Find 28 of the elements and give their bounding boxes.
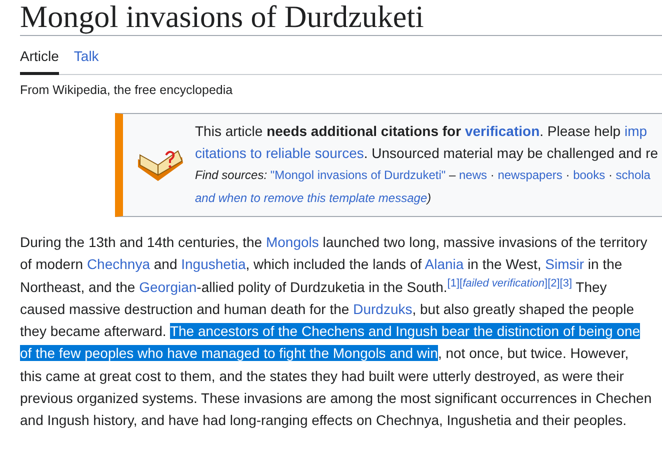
link[interactable]: Georgian: [139, 278, 197, 295]
citation-link[interactable]: [failed verification]: [460, 276, 548, 289]
link[interactable]: imp: [624, 123, 648, 139]
link[interactable]: and when to remove this template message: [195, 191, 428, 205]
link[interactable]: Chechnya: [86, 256, 150, 272]
link[interactable]: citations to reliable sources: [195, 145, 364, 161]
citation-link[interactable]: [2]: [548, 276, 560, 289]
link[interactable]: newspapers: [498, 168, 562, 182]
link[interactable]: verification: [464, 123, 540, 139]
link[interactable]: Alania: [424, 256, 464, 272]
tab[interactable]: Talk: [74, 46, 99, 75]
link[interactable]: books: [573, 168, 606, 182]
link[interactable]: "Mongol invasions of Durdzuketi": [270, 168, 446, 182]
citation-link[interactable]: [1]: [447, 276, 460, 289]
link[interactable]: Mongols: [266, 234, 319, 250]
page-title: Mongol invasions of Durdzuketi: [20, 0, 662, 36]
notice-text: This article needs additional citations for verification. Please help imp: [195, 122, 648, 141]
notice-text: Find sources: "Mongol invasions of Durdzuketi" – news · newspapers · books · schola: [195, 167, 652, 184]
link[interactable]: Ingushetia: [181, 256, 246, 272]
link[interactable]: Durdzuks: [353, 300, 412, 317]
link[interactable]: schola: [616, 168, 650, 182]
citation-link[interactable]: [3]: [560, 276, 572, 289]
tab[interactable]: Article: [20, 46, 59, 75]
tagline: From Wikipedia, the free encyclopedia: [20, 83, 234, 97]
link[interactable]: Simsir: [545, 256, 584, 272]
notice-text: citations to reliable sources. Unsourced material may be challenged and re: [195, 144, 658, 163]
notice-text: and when to remove this template message): [195, 190, 432, 207]
link[interactable]: news: [459, 168, 488, 182]
